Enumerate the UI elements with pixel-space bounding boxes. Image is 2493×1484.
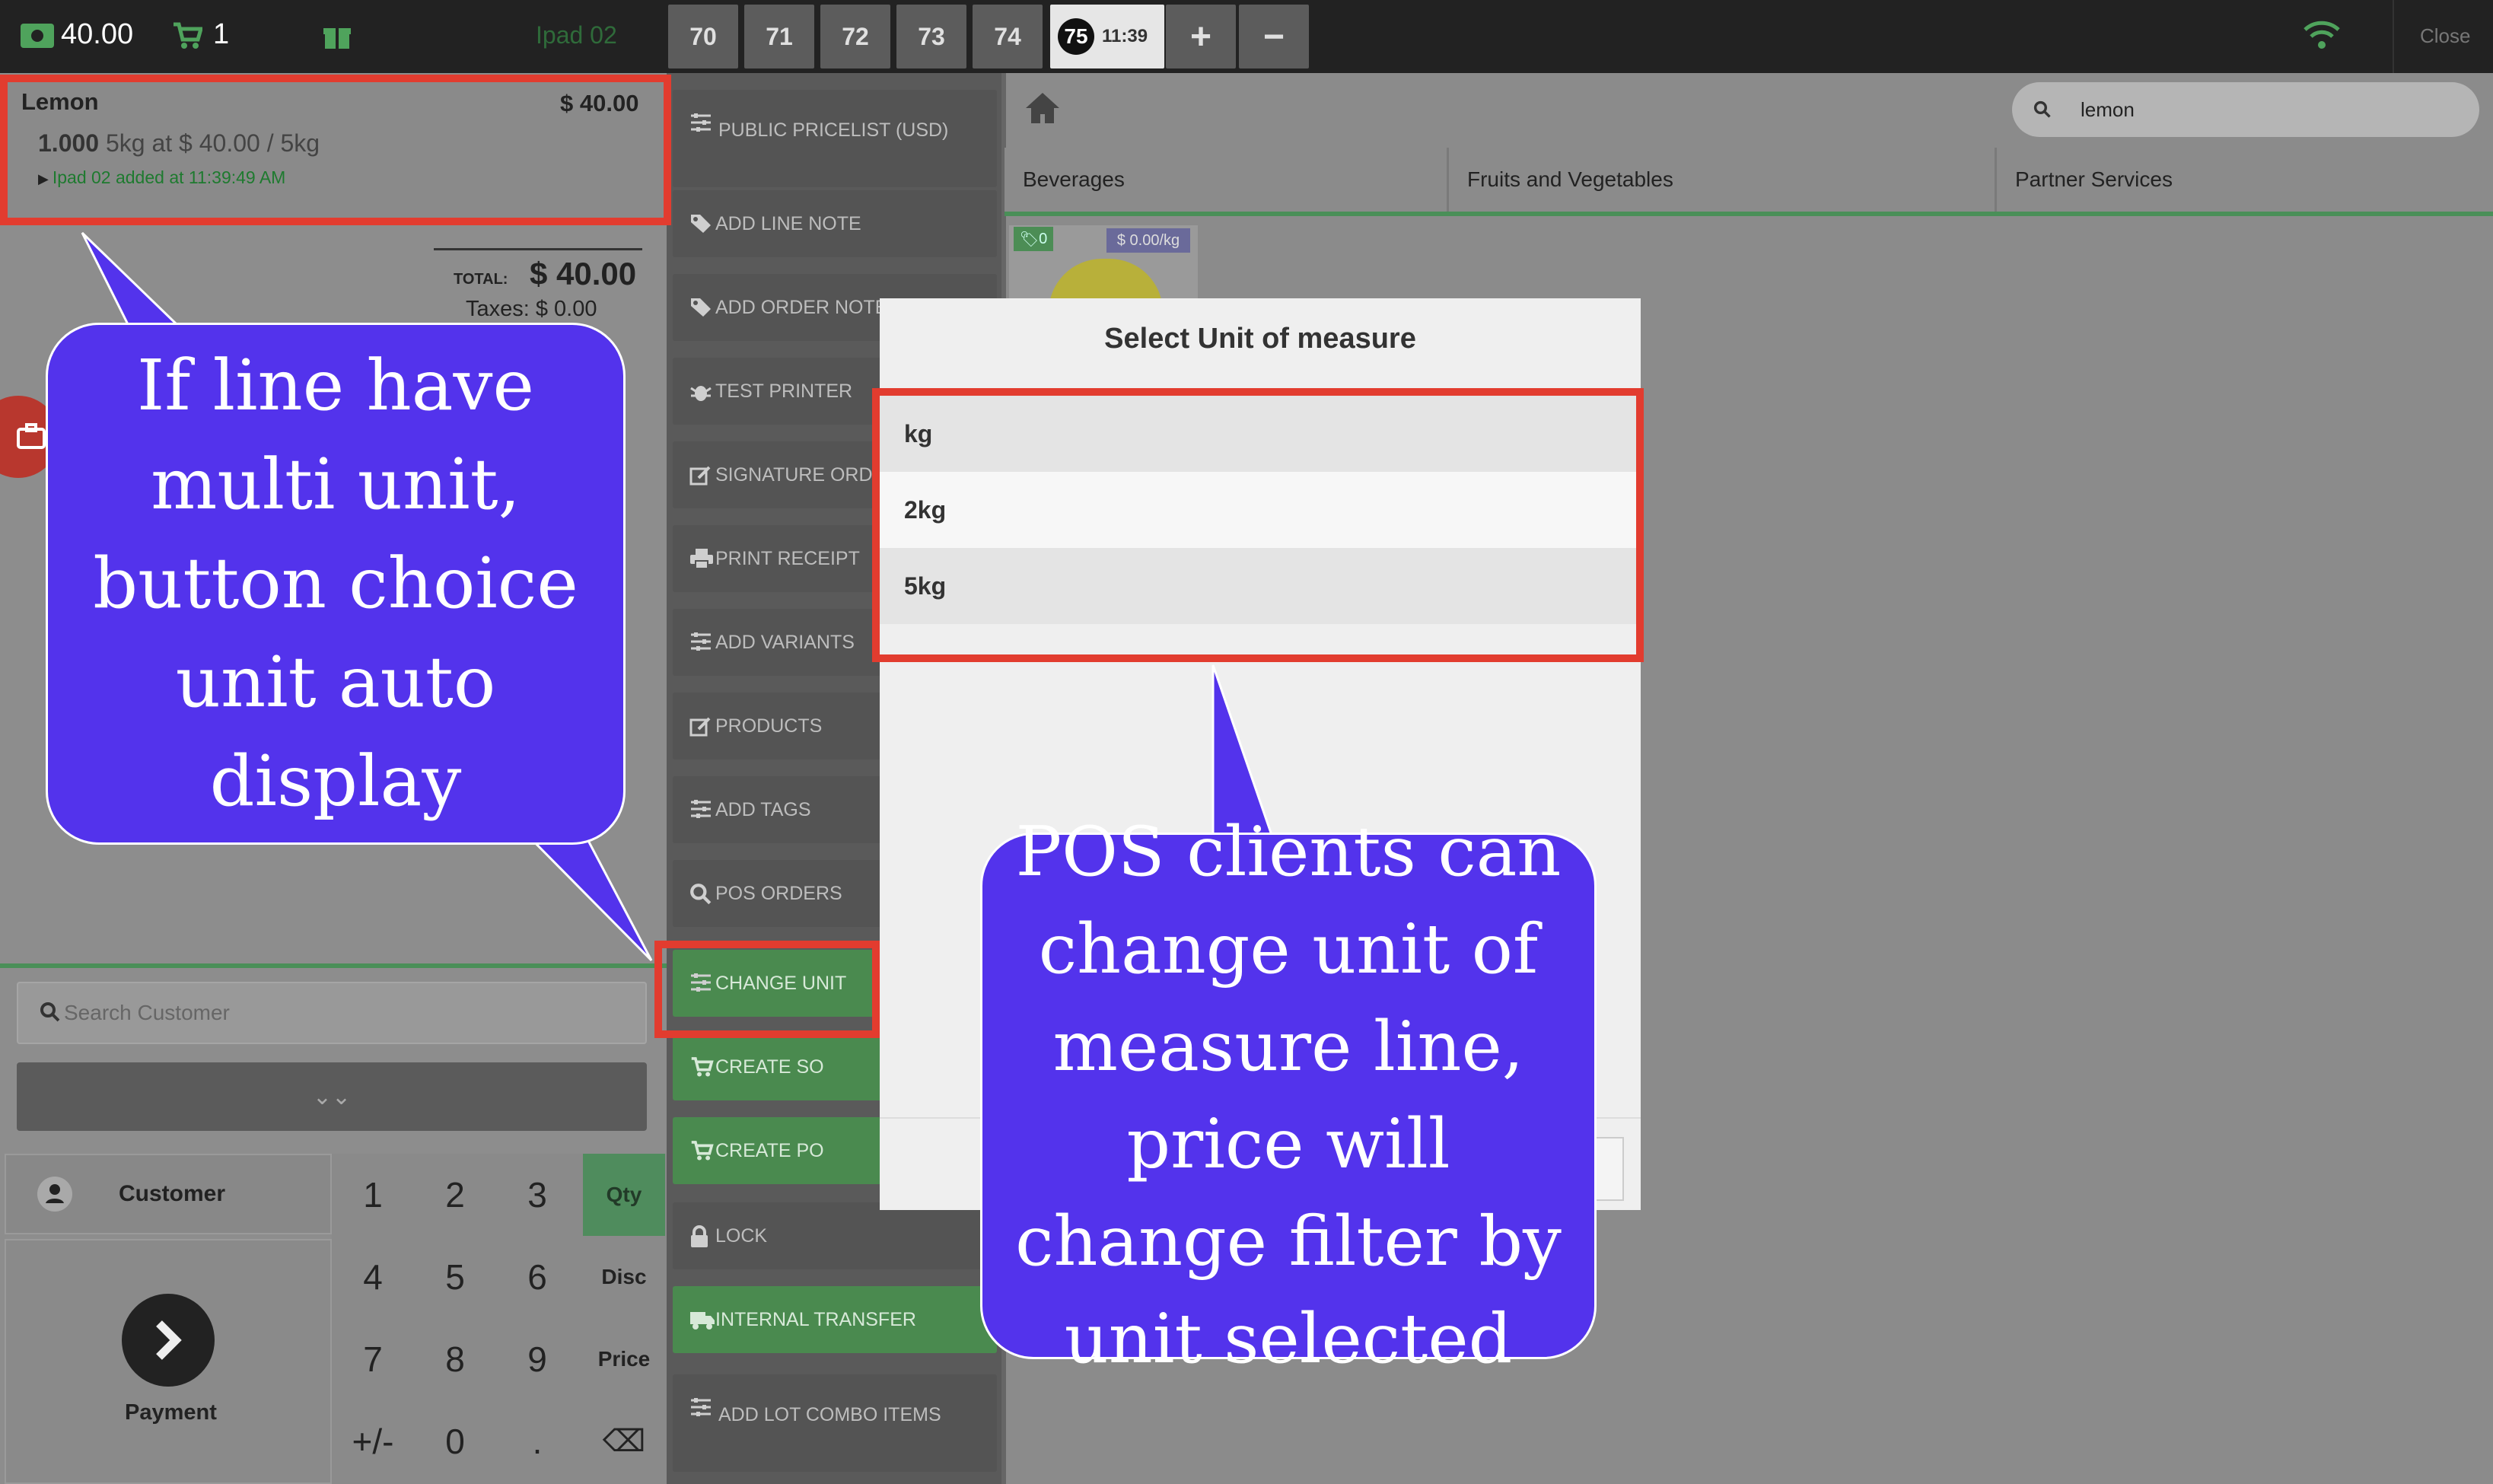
- annotation-left: If line have multi unit, button choice u…: [46, 323, 626, 845]
- annotation-right: POS clients can change unit of measure l…: [980, 812, 1597, 1379]
- left-callout-top-tail: [81, 231, 180, 326]
